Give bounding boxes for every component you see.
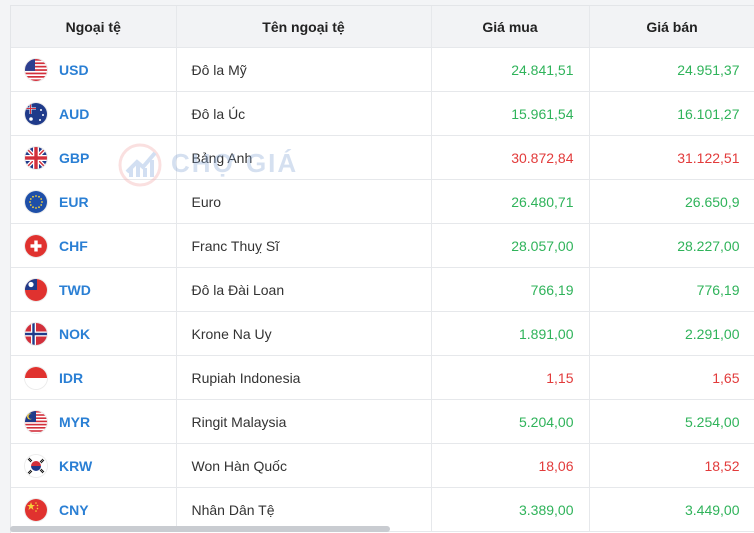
currency-name: Euro [176, 179, 432, 224]
currency-code-cell: GBP [11, 135, 177, 180]
buy-price: 5.204,00 [431, 399, 590, 444]
currency-code-link[interactable]: KRW [59, 458, 92, 474]
currency-code-link[interactable]: GBP [59, 150, 89, 166]
currency-code-link[interactable]: CHF [59, 238, 88, 254]
currency-code-cell: USD [11, 47, 177, 92]
currency-code-cell: NOK [11, 311, 177, 356]
buy-price: 24.841,51 [431, 47, 590, 92]
buy-price: 3.389,00 [431, 487, 590, 532]
us-flag-icon [25, 58, 47, 81]
exchange-rate-table: Ngoại tệ Tên ngoại tệ Giá mua Giá bán US… [11, 6, 754, 532]
table-row: IDR Rupiah Indonesia 1,15 1,65 [11, 355, 754, 400]
sell-price: 2.291,00 [589, 311, 754, 356]
sell-price: 3.449,00 [589, 487, 754, 532]
horizontal-scrollbar[interactable] [10, 526, 390, 532]
buy-price: 26.480,71 [431, 179, 590, 224]
kr-flag-icon [25, 454, 47, 477]
currency-name: Ringit Malaysia [176, 399, 432, 444]
sell-price: 16.101,27 [589, 91, 754, 136]
header-sell-price: Giá bán [589, 6, 754, 48]
currency-name: Franc Thuỵ Sĩ [176, 223, 432, 268]
currency-code-cell: KRW [11, 443, 177, 488]
sell-price: 776,19 [589, 267, 754, 312]
currency-name: Krone Na Uy [176, 311, 432, 356]
currency-code-cell: TWD [11, 267, 177, 312]
table-header-row: Ngoại tệ Tên ngoại tệ Giá mua Giá bán [11, 6, 754, 48]
buy-price: 1,15 [431, 355, 590, 400]
buy-price: 28.057,00 [431, 223, 590, 268]
currency-name: Bảng Anh [176, 135, 432, 180]
currency-code-cell: MYR [11, 399, 177, 444]
currency-name: Rupiah Indonesia [176, 355, 432, 400]
table-row: GBP Bảng Anh 30.872,84 31.122,51 [11, 135, 754, 180]
sell-price: 31.122,51 [589, 135, 754, 180]
sell-price: 1,65 [589, 355, 754, 400]
table-row: TWD Đô la Đài Loan 766,19 776,19 [11, 267, 754, 312]
currency-name: Đô la Mỹ [176, 47, 432, 92]
table-row: MYR Ringit Malaysia 5.204,00 5.254,00 [11, 399, 754, 444]
exchange-rate-panel: Ngoại tệ Tên ngoại tệ Giá mua Giá bán US… [10, 5, 754, 533]
au-flag-icon [25, 102, 47, 125]
header-buy-price: Giá mua [431, 6, 590, 48]
currency-code-link[interactable]: EUR [59, 194, 89, 210]
currency-code-cell: EUR [11, 179, 177, 224]
buy-price: 766,19 [431, 267, 590, 312]
my-flag-icon [25, 410, 47, 433]
currency-code-cell: CHF [11, 223, 177, 268]
buy-price: 18,06 [431, 443, 590, 488]
currency-code-link[interactable]: CNY [59, 502, 89, 518]
tw-flag-icon [25, 278, 47, 301]
currency-code-cell: AUD [11, 91, 177, 136]
currency-code-link[interactable]: AUD [59, 106, 89, 122]
currency-code-link[interactable]: IDR [59, 370, 83, 386]
buy-price: 15.961,54 [431, 91, 590, 136]
currency-name: Won Hàn Quốc [176, 443, 432, 488]
no-flag-icon [25, 322, 47, 345]
currency-code-link[interactable]: NOK [59, 326, 90, 342]
table-row: AUD Đô la Úc 15.961,54 16.101,27 [11, 91, 754, 136]
sell-price: 26.650,9 [589, 179, 754, 224]
currency-code-link[interactable]: USD [59, 62, 89, 78]
buy-price: 30.872,84 [431, 135, 590, 180]
sell-price: 28.227,00 [589, 223, 754, 268]
sell-price: 5.254,00 [589, 399, 754, 444]
table-row: CNY Nhân Dân Tệ 3.389,00 3.449,00 [11, 487, 754, 532]
gb-flag-icon [25, 146, 47, 169]
table-row: CHF Franc Thuỵ Sĩ 28.057,00 28.227,00 [11, 223, 754, 268]
currency-code-cell: CNY [11, 487, 177, 532]
table-row: NOK Krone Na Uy 1.891,00 2.291,00 [11, 311, 754, 356]
currency-name: Đô la Úc [176, 91, 432, 136]
currency-code-link[interactable]: TWD [59, 282, 91, 298]
header-currency-code: Ngoại tệ [11, 6, 177, 48]
table-row: USD Đô la Mỹ 24.841,51 24.951,37 [11, 47, 754, 92]
sell-price: 24.951,37 [589, 47, 754, 92]
currency-code-link[interactable]: MYR [59, 414, 90, 430]
currency-name: Đô la Đài Loan [176, 267, 432, 312]
cn-flag-icon [25, 498, 47, 521]
table-row: EUR Euro 26.480,71 26.650,9 [11, 179, 754, 224]
currency-code-cell: IDR [11, 355, 177, 400]
currency-name: Nhân Dân Tệ [176, 487, 432, 532]
buy-price: 1.891,00 [431, 311, 590, 356]
eu-flag-icon [25, 190, 47, 213]
sell-price: 18,52 [589, 443, 754, 488]
table-row: KRW Won Hàn Quốc 18,06 18,52 [11, 443, 754, 488]
ch-flag-icon [25, 234, 47, 257]
header-currency-name: Tên ngoại tệ [176, 6, 432, 48]
id-flag-icon [25, 366, 47, 389]
